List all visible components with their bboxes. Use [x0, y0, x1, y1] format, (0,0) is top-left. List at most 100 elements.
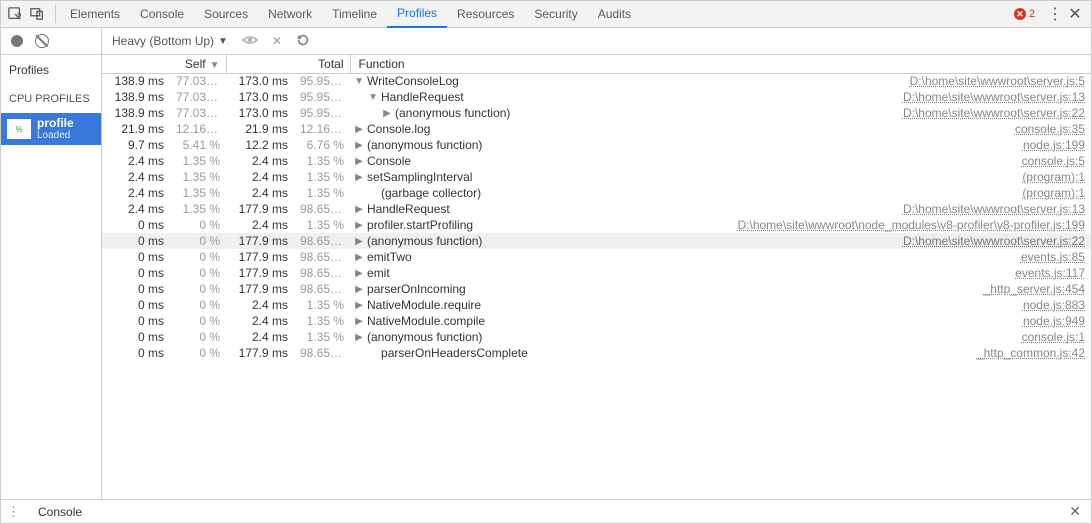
profile-row[interactable]: 138.9 ms77.03 %173.0 ms95.95 %▼WriteCons… — [102, 73, 1091, 89]
focus-icon[interactable] — [242, 34, 258, 49]
triangle-right-icon[interactable]: ▶ — [354, 156, 364, 167]
drawer-close-icon[interactable]: ✕ — [1069, 503, 1085, 520]
source-link[interactable]: node.js:199 — [1023, 138, 1085, 152]
function-name: NativeModule.require — [367, 298, 481, 312]
profile-row[interactable]: 21.9 ms12.16 %21.9 ms12.16 %▶Console.log… — [102, 121, 1091, 137]
source-link[interactable]: D:\home\site\wwwroot\server.js:22 — [903, 106, 1085, 120]
menu-kebab-icon[interactable]: ⋮ — [1045, 1, 1065, 28]
source-link[interactable]: console.js:5 — [1022, 154, 1085, 168]
source-link[interactable]: (program):1 — [1022, 186, 1085, 200]
col-function[interactable]: Function — [350, 55, 1091, 73]
tab-network[interactable]: Network — [258, 1, 322, 28]
triangle-right-icon[interactable]: ▶ — [354, 316, 364, 327]
source-link[interactable]: events.js:117 — [1015, 266, 1085, 280]
profile-row[interactable]: 0 ms0 %2.4 ms1.35 %▶NativeModule.compile… — [102, 313, 1091, 329]
triangle-down-icon[interactable]: ▼ — [368, 92, 378, 103]
profiles-sidebar: Profiles CPU PROFILES % profile Loaded — [1, 28, 102, 499]
source-link[interactable]: D:\home\site\wwwroot\server.js:13 — [903, 202, 1085, 216]
triangle-right-icon[interactable]: ▶ — [354, 172, 364, 183]
source-link[interactable]: console.js:35 — [1015, 122, 1085, 136]
close-devtools-icon[interactable]: ✕ — [1065, 1, 1085, 28]
source-link[interactable]: _http_server.js:454 — [984, 282, 1085, 296]
total-pct: 95.95 % — [294, 89, 350, 105]
self-ms: 2.4 ms — [102, 201, 170, 217]
triangle-right-icon[interactable]: ▶ — [354, 236, 364, 247]
profile-row[interactable]: 0 ms0 %177.9 ms98.65 %▶parserOnIncoming_… — [102, 281, 1091, 297]
triangle-down-icon[interactable]: ▼ — [354, 76, 364, 87]
triangle-right-icon[interactable]: ▶ — [354, 284, 364, 295]
total-pct: 95.95 % — [294, 73, 350, 89]
function-name: (anonymous function) — [367, 138, 482, 152]
tab-security[interactable]: Security — [524, 1, 587, 28]
triangle-right-icon[interactable]: ▶ — [382, 108, 392, 119]
self-ms: 0 ms — [102, 281, 170, 297]
drawer-tab-console[interactable]: Console — [30, 500, 90, 524]
triangle-right-icon[interactable]: ▶ — [354, 140, 364, 151]
total-pct: 1.35 % — [294, 297, 350, 313]
source-link[interactable]: D:\home\site\wwwroot\node_modules\v8-pro… — [738, 218, 1086, 232]
tab-profiles[interactable]: Profiles — [387, 1, 447, 28]
profile-row[interactable]: 2.4 ms1.35 %177.9 ms98.65 %▶HandleReques… — [102, 201, 1091, 217]
tab-resources[interactable]: Resources — [447, 1, 524, 28]
profile-status: Loaded — [37, 130, 74, 141]
total-pct: 95.95 % — [294, 105, 350, 121]
source-link[interactable]: node.js:883 — [1023, 298, 1085, 312]
profile-row[interactable]: 138.9 ms77.03 %173.0 ms95.95 %▶(anonymou… — [102, 105, 1091, 121]
record-button[interactable] — [11, 35, 23, 47]
source-link[interactable]: (program):1 — [1022, 170, 1085, 184]
col-total[interactable]: Total — [226, 55, 350, 73]
inspect-element-icon[interactable] — [7, 6, 23, 22]
profile-view-label: Heavy (Bottom Up) — [112, 34, 214, 48]
profile-row[interactable]: 9.7 ms5.41 %12.2 ms6.76 %▶(anonymous fun… — [102, 137, 1091, 153]
profile-row[interactable]: 0 ms0 %177.9 ms98.65 %▶emitTwoevents.js:… — [102, 249, 1091, 265]
source-link[interactable]: D:\home\site\wwwroot\server.js:5 — [910, 74, 1085, 88]
profile-panel: Heavy (Bottom Up) ▼ ✕ — [102, 28, 1091, 499]
clear-button[interactable] — [35, 34, 49, 48]
device-toggle-icon[interactable] — [29, 6, 45, 22]
error-icon: ✕ — [1014, 8, 1026, 20]
profile-entry[interactable]: % profile Loaded — [1, 113, 101, 145]
triangle-right-icon[interactable]: ▶ — [354, 252, 364, 263]
triangle-right-icon[interactable]: ▶ — [354, 124, 364, 135]
self-pct: 5.41 % — [170, 137, 226, 153]
profile-row[interactable]: 0 ms0 %177.9 ms98.65 %parserOnHeadersCom… — [102, 345, 1091, 361]
source-link[interactable]: events.js:85 — [1021, 250, 1085, 264]
profile-row[interactable]: 2.4 ms1.35 %2.4 ms1.35 %(garbage collect… — [102, 185, 1091, 201]
error-count: 2 — [1029, 8, 1035, 20]
profile-row[interactable]: 2.4 ms1.35 %2.4 ms1.35 %▶Consoleconsole.… — [102, 153, 1091, 169]
profile-view-select[interactable]: Heavy (Bottom Up) ▼ — [112, 34, 228, 48]
triangle-right-icon[interactable]: ▶ — [354, 220, 364, 231]
tab-console[interactable]: Console — [130, 1, 194, 28]
self-ms: 0 ms — [102, 297, 170, 313]
profile-row[interactable]: 0 ms0 %177.9 ms98.65 %▶(anonymous functi… — [102, 233, 1091, 249]
source-link[interactable]: D:\home\site\wwwroot\server.js:13 — [903, 90, 1085, 104]
profile-row[interactable]: 0 ms0 %2.4 ms1.35 %▶(anonymous function)… — [102, 329, 1091, 345]
profile-row[interactable]: 0 ms0 %2.4 ms1.35 %▶NativeModule.require… — [102, 297, 1091, 313]
reload-icon[interactable] — [296, 33, 310, 50]
self-ms: 0 ms — [102, 345, 170, 361]
source-link[interactable]: console.js:1 — [1022, 330, 1085, 344]
source-link[interactable]: _http_common.js:42 — [977, 346, 1085, 360]
profile-row[interactable]: 138.9 ms77.03 %173.0 ms95.95 %▼HandleReq… — [102, 89, 1091, 105]
tab-timeline[interactable]: Timeline — [322, 1, 387, 28]
triangle-right-icon[interactable]: ▶ — [354, 300, 364, 311]
total-ms: 2.4 ms — [226, 185, 294, 201]
total-pct: 98.65 % — [294, 249, 350, 265]
self-pct: 77.03 % — [170, 105, 226, 121]
remove-icon[interactable]: ✕ — [272, 34, 282, 48]
error-counter[interactable]: ✕ 2 — [1014, 8, 1035, 20]
triangle-right-icon[interactable]: ▶ — [354, 332, 364, 343]
tab-elements[interactable]: Elements — [60, 1, 130, 28]
source-link[interactable]: D:\home\site\wwwroot\server.js:22 — [903, 234, 1085, 248]
triangle-right-icon[interactable]: ▶ — [354, 268, 364, 279]
tab-audits[interactable]: Audits — [588, 1, 641, 28]
total-ms: 2.4 ms — [226, 297, 294, 313]
tab-sources[interactable]: Sources — [194, 1, 258, 28]
profile-row[interactable]: 2.4 ms1.35 %2.4 ms1.35 %▶setSamplingInte… — [102, 169, 1091, 185]
drawer-menu-icon[interactable]: ⋮ — [7, 504, 20, 520]
triangle-right-icon[interactable]: ▶ — [354, 204, 364, 215]
col-self[interactable]: Self▼ — [102, 55, 226, 73]
profile-row[interactable]: 0 ms0 %177.9 ms98.65 %▶emitevents.js:117 — [102, 265, 1091, 281]
profile-row[interactable]: 0 ms0 %2.4 ms1.35 %▶profiler.startProfil… — [102, 217, 1091, 233]
source-link[interactable]: node.js:949 — [1023, 314, 1085, 328]
